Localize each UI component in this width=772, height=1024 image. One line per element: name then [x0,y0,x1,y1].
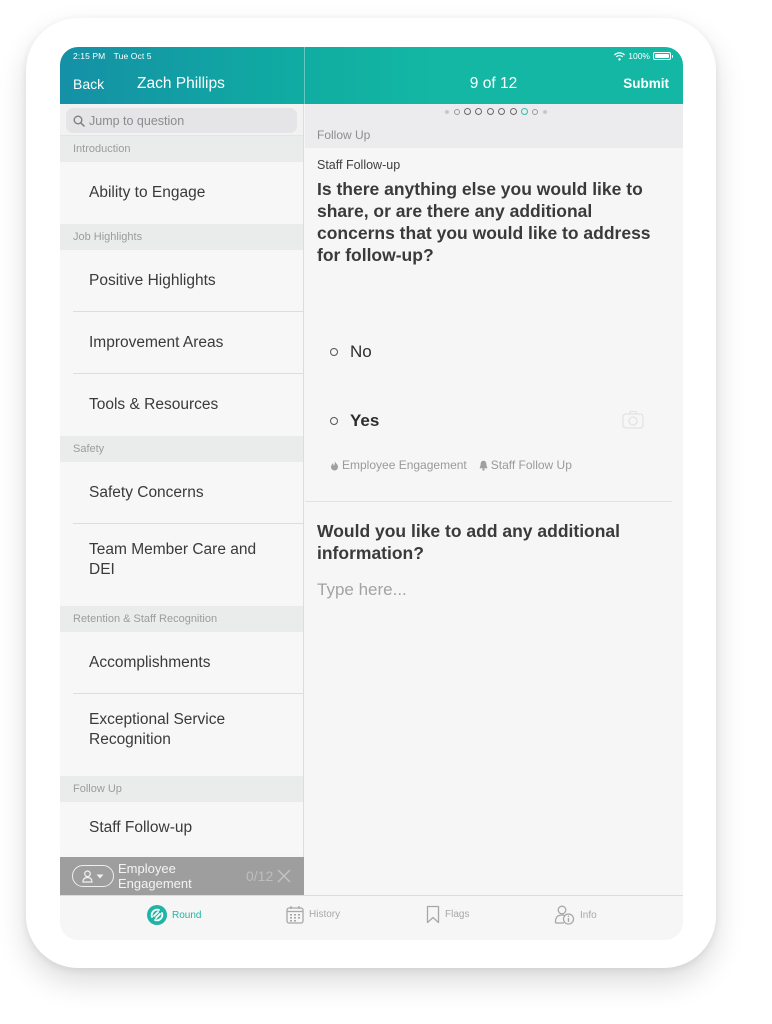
question-area: Staff Follow-up Is there anything else y… [305,148,683,895]
page-dot[interactable] [509,108,517,115]
section-header-job-highlights: Job Highlights [60,224,303,250]
jump-to-question-search[interactable]: Jump to question [66,108,297,133]
person-icon [82,869,93,883]
caret-down-icon [96,874,104,878]
radio-button[interactable] [330,348,338,356]
page-dot[interactable] [498,108,506,115]
page-dot[interactable] [475,108,483,115]
page-indicator-row: Follow Up [305,104,683,148]
page-dot[interactable] [542,109,547,114]
sidebar-item-ability-to-engage[interactable]: Ability to Engage [60,162,303,224]
question-divider [305,501,672,502]
question-text: Is there anything else you would like to… [317,179,651,265]
wifi-icon [614,51,626,61]
role-picker-button[interactable] [72,865,114,887]
tab-label: Round [172,909,202,921]
current-section-label: Follow Up [317,128,371,142]
tag-staff-follow-up: Staff Follow Up [490,458,572,472]
bell-icon [479,460,488,471]
sidebar-item-accomplishments[interactable]: Accomplishments [60,632,303,694]
page-dot[interactable] [453,108,460,115]
nav-header: 2:15 PM Tue Oct 5 100% Back Zach Phillip… [60,47,683,104]
sidebar-item-label: Staff Follow-up [89,819,193,836]
search-placeholder: Jump to question [89,113,185,128]
tag-employee-engagement: Employee Engagement [342,458,467,472]
section-header-safety: Safety [60,436,303,462]
radio-button[interactable] [330,417,338,425]
sidebar-item-label: Team Member Care and DEI [89,541,257,578]
tab-label: Info [580,909,597,921]
option-label: No [350,342,372,361]
round-icon [147,905,167,925]
sidebar-item-label: Ability to Engage [89,184,206,201]
section-header-follow-up: Follow Up [60,776,303,802]
sidebar-item-exceptional-service[interactable]: Exceptional Service Recognition [60,694,303,776]
additional-info-question: Would you like to add any additional inf… [317,521,621,563]
page-dot[interactable] [445,109,450,114]
tab-label: Flags [445,909,470,920]
fire-icon [331,460,338,470]
category-count: 0/12 [246,868,274,884]
battery-icon [653,52,673,60]
back-button[interactable]: Back [73,76,104,92]
option-label: Yes [350,411,380,430]
close-icon[interactable] [277,869,291,883]
category-name: Employee Engagement [118,861,192,891]
sidebar-item-safety-concerns[interactable]: Safety Concerns [60,462,303,524]
page-dot[interactable] [486,108,494,115]
tab-round[interactable]: Round [147,905,201,925]
bookmark-icon [426,905,440,924]
page-dot[interactable] [464,108,472,115]
section-header-introduction: Introduction [60,136,303,162]
tab-info[interactable]: Info [554,905,597,925]
bottom-tab-bar: Round History Flags Info [60,895,683,940]
sidebar-item-label: Safety Concerns [89,484,204,501]
sidebar-item-staff-follow-up[interactable]: Staff Follow-up [60,802,303,854]
status-bar-right: 100% [614,51,673,61]
question-detail-pane: Follow Up Staff Follow-up Is there anyth… [305,104,683,895]
submit-button[interactable]: Submit [623,76,669,91]
sidebar-item-improvement-areas[interactable]: Improvement Areas [60,312,303,374]
status-date: Tue Oct 5 [113,51,152,61]
question-sidebar: Jump to question Introduction Ability to… [60,104,304,895]
tab-label: History [309,909,341,920]
person-name-title: Zach Phillips [137,75,225,92]
sidebar-item-label: Tools & Resources [89,396,219,413]
progress-label: 9 of 12 [469,75,518,92]
question-subtitle: Staff Follow-up [317,158,401,172]
person-info-icon [554,905,575,925]
calendar-icon [286,906,304,924]
sidebar-item-label: Accomplishments [89,654,211,671]
tab-flags[interactable]: Flags [426,905,469,924]
sidebar-item-team-member-care-dei[interactable]: Team Member Care and DEI [60,524,303,606]
search-icon [73,115,85,127]
sidebar-item-label: Improvement Areas [89,334,224,351]
sidebar-item-positive-highlights[interactable]: Positive Highlights [60,250,303,312]
additional-info-input[interactable] [317,580,667,600]
page-dot-current[interactable] [520,108,528,115]
answer-option-yes[interactable]: Yes [330,411,379,431]
section-header-retention-recognition: Retention & Staff Recognition [60,606,303,632]
status-bar-left: 2:15 PM Tue Oct 5 [73,51,158,61]
sidebar-item-label: Exceptional Service Recognition [89,711,226,748]
page-dots [305,108,683,115]
app-screen: 2:15 PM Tue Oct 5 100% Back Zach Phillip… [60,47,683,940]
question-tags: Employee Engagement Staff Follow Up [330,458,572,472]
sidebar-item-tools-resources[interactable]: Tools & Resources [60,374,303,436]
sidebar-item-label: Positive Highlights [89,272,216,289]
camera-icon[interactable] [622,410,644,429]
search-row: Jump to question [60,104,303,136]
category-filter-bar: Employee Engagement 0/12 [60,857,304,895]
page-dot[interactable] [532,108,539,115]
battery-percent: 100% [628,51,650,61]
tab-history[interactable]: History [286,905,340,924]
answer-option-no[interactable]: No [330,342,372,362]
status-time: 2:15 PM [73,51,106,61]
